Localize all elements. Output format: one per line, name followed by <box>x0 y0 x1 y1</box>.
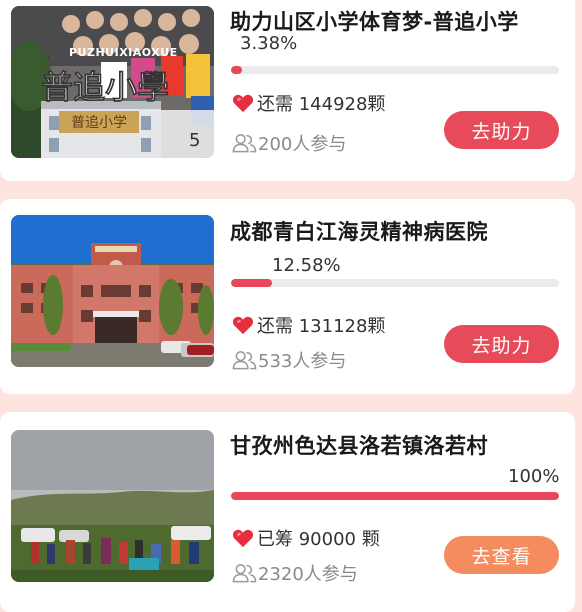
remaining-text: 还需 144928颗 <box>257 94 386 115</box>
remaining-row: 还需 144928颗 <box>232 90 385 116</box>
progress-percent: 100% <box>508 466 560 487</box>
people-icon <box>232 134 257 153</box>
project-title[interactable]: 助力山区小学体育梦-普追小学 <box>230 6 519 36</box>
project-image[interactable] <box>11 215 214 367</box>
people-icon <box>232 564 257 583</box>
remaining-text: 还需 131128颗 <box>257 316 386 337</box>
project-image[interactable]: 普追小学 PUZHUIXIAOXUE 普追小學 5 <box>11 6 214 158</box>
participants-text: 2320人参与 <box>258 564 358 585</box>
image-sign-text: 普追小学 <box>71 115 127 131</box>
project-card[interactable]: 甘孜州色达县洛若镇洛若村 100% 已筹 90000 颗 2320人参与 去查看 <box>0 412 575 612</box>
raised-text: 已筹 90000 颗 <box>257 529 380 550</box>
image-caption-cn: 普追小學 <box>41 68 169 106</box>
participants-row: 2320人参与 <box>232 560 358 586</box>
project-card[interactable]: 成都青白江海灵精神病医院 12.58% 还需 131128颗 533人参与 去助… <box>0 199 575 394</box>
progress-bar <box>231 279 559 287</box>
help-button[interactable]: 去助力 <box>444 325 559 363</box>
project-card[interactable]: 普追小学 PUZHUIXIAOXUE 普追小學 5 助力山区小学体育梦-普追小学… <box>0 0 575 181</box>
participants-text: 200人参与 <box>258 134 347 155</box>
remaining-row: 还需 131128颗 <box>232 312 385 338</box>
heart-icon <box>232 316 254 335</box>
help-button[interactable]: 去助力 <box>444 111 559 149</box>
project-title[interactable]: 甘孜州色达县洛若镇洛若村 <box>230 430 488 460</box>
participants-row: 200人参与 <box>232 130 346 156</box>
participants-row: 533人参与 <box>232 347 346 373</box>
progress-bar-fill <box>231 492 559 500</box>
people-icon <box>232 351 257 370</box>
progress-percent: 3.38% <box>240 33 298 54</box>
project-image[interactable] <box>11 430 214 582</box>
project-title[interactable]: 成都青白江海灵精神病医院 <box>230 216 488 246</box>
heart-icon <box>232 529 254 548</box>
image-caption-latin: PUZHUIXIAOXUE <box>69 46 178 59</box>
raised-row: 已筹 90000 颗 <box>232 525 380 551</box>
progress-percent: 12.58% <box>272 255 341 276</box>
progress-bar <box>231 492 559 500</box>
progress-bar <box>231 66 559 74</box>
participants-text: 533人参与 <box>258 351 347 372</box>
view-button[interactable]: 去查看 <box>444 536 559 574</box>
progress-bar-fill <box>231 279 273 287</box>
heart-icon <box>232 94 254 113</box>
image-badge: 5 <box>189 130 200 151</box>
progress-bar-fill <box>231 66 243 74</box>
